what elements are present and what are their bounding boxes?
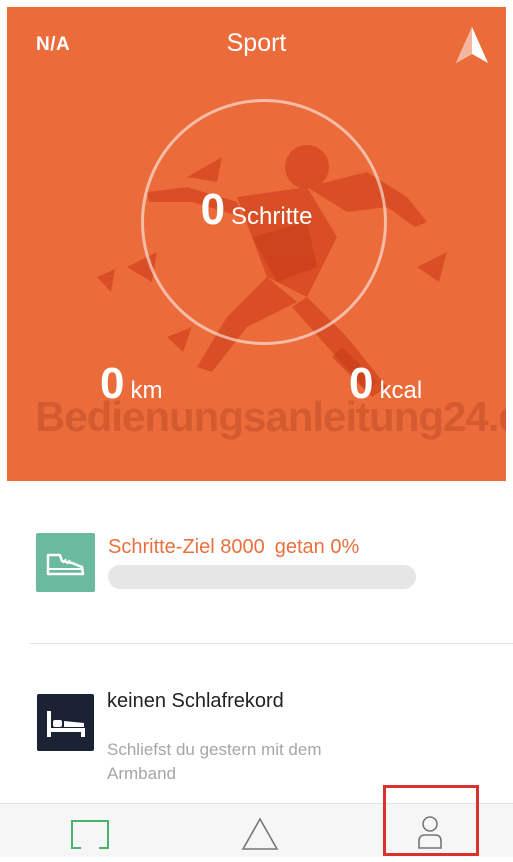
step-goal-card[interactable]: Schritte-Ziel 8000 getan 0% bbox=[36, 530, 476, 594]
step-goal-text: Schritte-Ziel 8000 getan 0% bbox=[108, 536, 359, 559]
step-goal-progress bbox=[108, 565, 416, 589]
watermark: Bedienungsanleitung24.de bbox=[35, 393, 506, 440]
device-icon bbox=[71, 820, 109, 849]
triangle-icon bbox=[241, 817, 279, 850]
steps-counter: 0 Schritte bbox=[7, 185, 506, 235]
sleep-subtitle: Schliefst du gestern mit dem Armband bbox=[107, 740, 322, 783]
sport-hero-panel: N/A Sport 0 Schritte 0 km 0 kcal Bedienungs… bbox=[7, 7, 506, 481]
sneaker-icon bbox=[36, 533, 95, 592]
sleep-title[interactable]: keinen Schlafrekord bbox=[107, 690, 284, 713]
page-title: Sport bbox=[226, 29, 287, 57]
profile-tab-highlight bbox=[383, 785, 479, 856]
tab-device[interactable] bbox=[65, 804, 115, 857]
steps-value: 0 bbox=[200, 185, 226, 234]
navigation-arrow-icon[interactable] bbox=[454, 25, 490, 65]
steps-unit: Schritte bbox=[231, 203, 313, 230]
bed-icon[interactable] bbox=[37, 694, 94, 751]
step-goal-label: Schritte-Ziel 8000 bbox=[108, 536, 265, 558]
tab-activity[interactable] bbox=[240, 804, 280, 857]
divider bbox=[30, 643, 513, 644]
step-goal-done: getan 0% bbox=[274, 536, 360, 558]
